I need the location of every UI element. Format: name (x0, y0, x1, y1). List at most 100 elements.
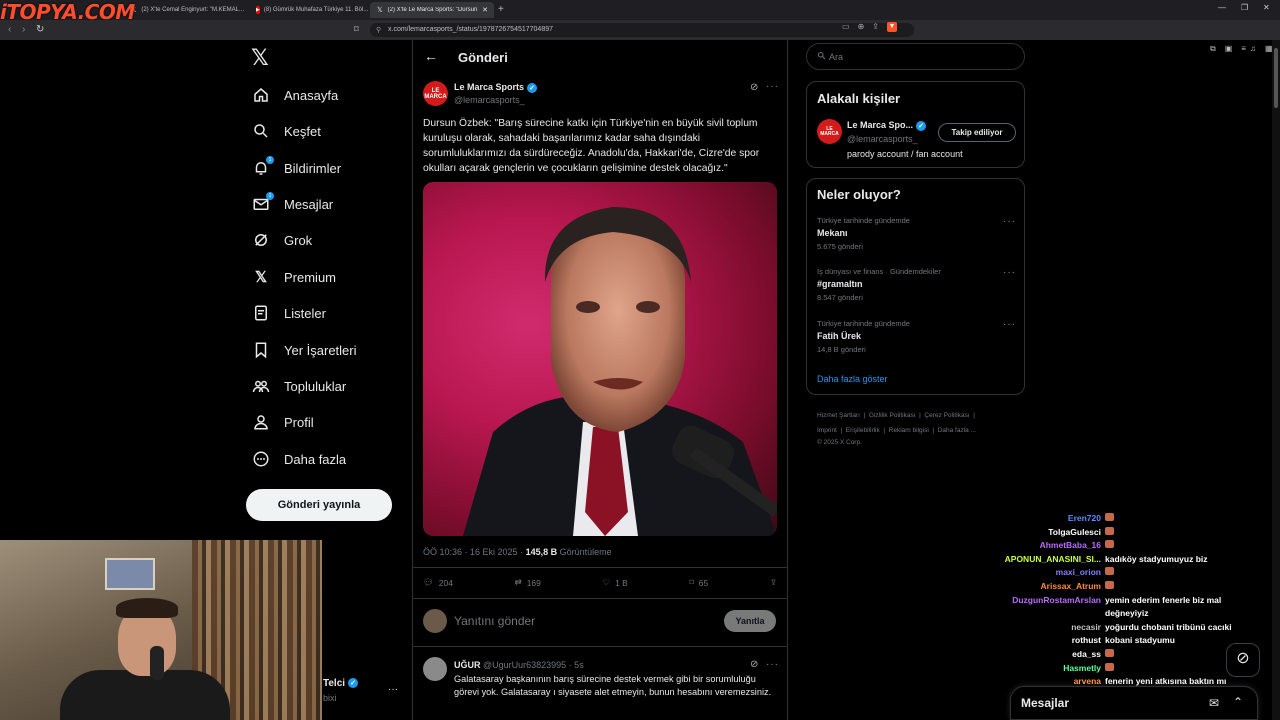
extensions-icon[interactable]: ⧉ (1210, 44, 1216, 54)
chat-username[interactable]: Hasmetly (940, 663, 1105, 673)
chat-username[interactable]: DuzgunRostamArslan (940, 595, 1105, 605)
nav-item-more[interactable]: Daha fazla (252, 448, 346, 470)
menu-icon[interactable]: ≡ (1241, 44, 1246, 54)
footer-link[interactable]: Çerez Politikası (924, 412, 969, 419)
account-more-icon[interactable]: ··· (388, 684, 398, 695)
footer-link[interactable]: Gizlilik Politikası (869, 412, 916, 419)
nav-item-profile[interactable]: Profil (252, 411, 314, 433)
footer-link[interactable]: Imprint (817, 427, 837, 434)
forward-icon[interactable]: › (22, 24, 25, 35)
footer-link[interactable]: Daha fazla ... (938, 427, 976, 434)
nav-label: Mesajlar (284, 196, 334, 212)
nav-label: Bildirimler (284, 160, 342, 176)
account-name[interactable]: Telci ✓ (323, 678, 359, 689)
more-options-icon[interactable]: ··· (1003, 319, 1016, 330)
author-handle[interactable]: @lemarcasports_ (454, 95, 525, 105)
maximize-icon[interactable]: ❐ (1241, 3, 1248, 12)
grok-float-button[interactable]: ⊘ (1226, 643, 1260, 677)
bookmark-icon (252, 341, 270, 359)
chat-username[interactable]: Arissax_Atrum (940, 581, 1105, 591)
more-options-icon[interactable]: ··· (1003, 216, 1016, 227)
pip-icon[interactable]: ▭ (842, 22, 850, 32)
site-info-icon[interactable]: ⚲ (376, 26, 381, 34)
new-tab-icon[interactable]: + (498, 4, 504, 15)
bookmark-page-icon[interactable]: ⌑ (354, 24, 359, 35)
chat-username[interactable]: rothust (940, 635, 1105, 645)
more-options-icon[interactable]: ··· (1003, 267, 1016, 278)
divider (413, 567, 787, 568)
retweet-action[interactable]: ⇄ 169 (515, 577, 541, 588)
footer-link[interactable]: Reklam bilgisi (889, 427, 929, 434)
reply-input[interactable]: Yanıtını gönder (454, 614, 535, 628)
related-name[interactable]: Le Marca Spo... ✓ (847, 120, 927, 131)
chat-line: APONUN_ANASINI_SI... kadıköy stadyumuyuz … (940, 554, 1208, 564)
media-icon[interactable]: ♫ (1250, 44, 1256, 53)
browser-tab-active[interactable]: 𝕏 (2) X'te Le Marca Sports: "Dursun... ✕ (370, 2, 494, 18)
panel-title: Alakalı kişiler (817, 91, 901, 106)
chat-username[interactable]: necasir (940, 622, 1105, 632)
close-window-icon[interactable]: ✕ (1263, 3, 1270, 12)
nav-item-lists[interactable]: Listeler (252, 302, 326, 324)
show-more-link[interactable]: Daha fazla göster (817, 374, 888, 384)
scrollbar[interactable] (1272, 40, 1280, 720)
following-button[interactable]: Takip ediliyor (938, 123, 1016, 142)
nav-item-notifications[interactable]: 1 Bildirimler (252, 156, 342, 179)
grok-icon[interactable]: ⊘ (750, 659, 758, 670)
footer-link[interactable]: Hizmet Şartları (817, 412, 860, 419)
author-name[interactable]: Le Marca Sports ✓ (454, 82, 538, 93)
nav-item-bookmarks[interactable]: Yer İşaretleri (252, 339, 357, 361)
post-button[interactable]: Gönderi yayınla (246, 489, 392, 521)
like-action[interactable]: ♡ 1 B (602, 577, 627, 588)
new-message-icon[interactable]: ✉ (1209, 696, 1219, 710)
chat-username[interactable]: Eren720 (940, 513, 1105, 523)
close-tab-icon[interactable]: ✕ (482, 6, 488, 14)
zoom-icon[interactable]: ⊕ (858, 22, 865, 32)
chat-username[interactable]: maxi_orion (940, 567, 1105, 577)
browser-tab[interactable]: 𝕏 (2) X'te Cemal Enginyurt: "M.KEMAL... (124, 2, 250, 18)
share-action[interactable]: ⇪ (770, 577, 777, 588)
reply-button[interactable]: Yanıtla (724, 610, 776, 632)
tab-title: (2) X'te Le Marca Sports: "Dursun... (387, 7, 479, 13)
scrollbar-thumb[interactable] (1274, 48, 1278, 108)
chat-username[interactable]: APONUN_ANASINI_SI... (940, 554, 1105, 564)
chat-username[interactable]: arvena (940, 676, 1105, 686)
back-arrow-icon[interactable]: ← (424, 48, 438, 64)
avatar[interactable]: LE MARCA (817, 119, 842, 144)
grok-icon[interactable]: ⊘ (750, 82, 758, 93)
tweet-photo[interactable] (423, 182, 777, 536)
back-icon[interactable]: ‹ (8, 24, 11, 35)
nav-item-premium[interactable]: 𝕏 Premium (252, 266, 336, 288)
footer-link[interactable]: Erişilebilirlik (846, 427, 880, 434)
x-logo-icon[interactable]: 𝕏 (251, 46, 269, 71)
browser-tab[interactable]: ▶ (8) Gümrük Muhafaza Türkiye 11. Böl... (250, 2, 370, 18)
more-options-icon[interactable]: ··· (766, 81, 779, 92)
reply-action[interactable]: 💬︎ 204 (423, 577, 453, 588)
view-count: 145,8 B (525, 547, 558, 557)
more-options-icon[interactable]: ··· (766, 659, 779, 670)
brave-shield-icon[interactable]: ▼ (886, 22, 897, 32)
verified-icon: ✓ (348, 678, 359, 689)
nav-item-explore[interactable]: Keşfet (252, 120, 321, 142)
nav-item-home[interactable]: Anasayfa (252, 84, 338, 106)
share-icon[interactable]: ⇪ (872, 22, 879, 32)
expand-icon[interactable]: ⌃ (1233, 695, 1243, 709)
messages-drawer[interactable]: Mesajlar ✉ ⌃ (1010, 686, 1258, 720)
related-handle[interactable]: @lemarcasports_ (847, 134, 918, 144)
avatar[interactable]: LE MARCA (423, 81, 448, 106)
bookmark-action[interactable]: ⌑ 65 (689, 577, 708, 588)
avatar[interactable] (423, 657, 447, 681)
chat-username[interactable]: eda_ss (940, 649, 1105, 659)
sidebar-icon[interactable]: ▣ (1225, 44, 1233, 54)
tweet-time[interactable]: ÖÖ 10:36 · 16 Eki 2025 · (423, 547, 526, 557)
chat-username[interactable]: TolgaGulesci (940, 527, 1105, 537)
minimize-icon[interactable]: — (1218, 3, 1226, 12)
nav-item-messages[interactable]: 1 Mesajlar (252, 192, 334, 215)
nav-item-communities[interactable]: Topluluklar (252, 375, 346, 397)
nav-item-grok[interactable]: Grok (252, 229, 312, 251)
reply-author[interactable]: UĞUR @UgurUur63823995 · 5s (454, 660, 584, 670)
search-input[interactable]: Ara (806, 43, 1025, 70)
reload-icon[interactable]: ↻ (36, 24, 44, 35)
url-field[interactable]: ⚲ x.com/lemarcasports_/status/1978726754… (370, 23, 914, 37)
chat-username[interactable]: AhmetBaba_16 (940, 540, 1105, 550)
chat-username[interactable] (940, 608, 1105, 618)
